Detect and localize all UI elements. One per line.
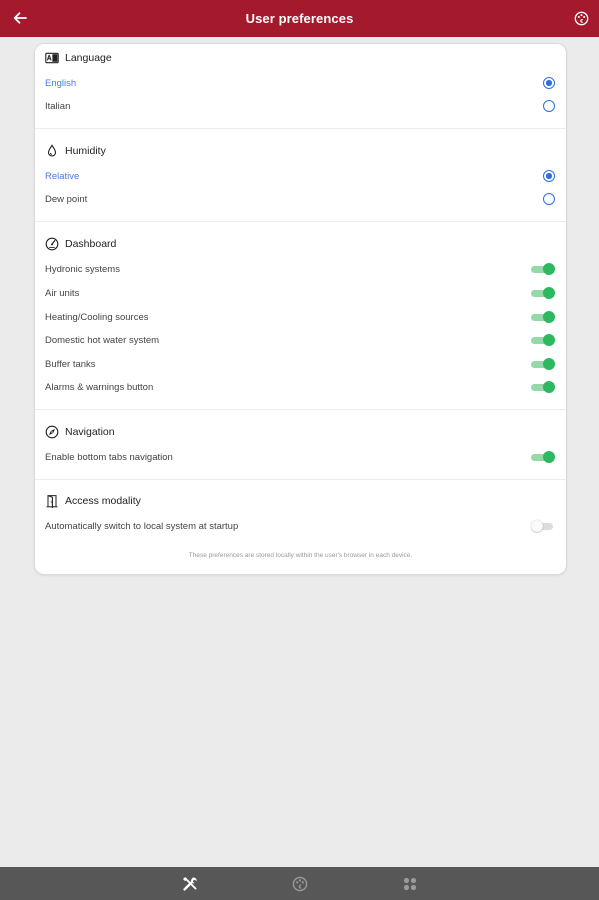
radio-dew-point[interactable] xyxy=(543,193,555,205)
preferences-card: Language English Italian Humidity Relati… xyxy=(35,44,566,574)
alarms-warnings-toggle[interactable] xyxy=(531,381,555,393)
option-label: Relative xyxy=(45,170,80,182)
divider xyxy=(35,409,566,410)
language-section-header: Language xyxy=(45,49,112,67)
option-label: Dew point xyxy=(45,193,88,205)
language-option-italian[interactable]: Italian xyxy=(45,98,555,114)
humidity-option-dew-point[interactable]: Dew point xyxy=(45,191,555,207)
toggle-label: Heating/Cooling sources xyxy=(45,311,149,323)
toggle-label: Alarms & warnings button xyxy=(45,381,154,393)
toggle-label: Hydronic systems xyxy=(45,263,120,275)
radio-relative[interactable] xyxy=(543,170,555,182)
dashboard-section-header: Dashboard xyxy=(45,235,116,253)
heating-cooling-toggle[interactable] xyxy=(531,311,555,323)
toggle-label: Air units xyxy=(45,287,80,299)
air-units-toggle[interactable] xyxy=(531,287,555,299)
dashboard-toggle-row[interactable]: Hydronic systems xyxy=(45,261,555,277)
footnote: These preferences are stored locally wit… xyxy=(188,552,413,559)
language-icon xyxy=(45,52,59,64)
apps-grid-icon[interactable] xyxy=(402,876,418,892)
navigation-section-header: Navigation xyxy=(45,423,115,441)
humidity-section-title: Humidity xyxy=(65,145,106,157)
dashboard-toggle-row[interactable]: Heating/Cooling sources xyxy=(45,309,555,325)
access-section-title: Access modality xyxy=(65,495,141,507)
dashboard-toggle-row[interactable]: Buffer tanks xyxy=(45,356,555,372)
access-toggle-row[interactable]: Automatically switch to local system at … xyxy=(45,518,555,534)
page-title: User preferences xyxy=(245,11,354,26)
divider xyxy=(35,128,566,129)
humidity-option-relative[interactable]: Relative xyxy=(45,168,555,184)
language-section-title: Language xyxy=(65,52,112,64)
divider xyxy=(35,221,566,222)
navigation-toggle-row[interactable]: Enable bottom tabs navigation xyxy=(45,449,555,465)
water-drop-icon xyxy=(47,144,57,157)
language-option-english[interactable]: English xyxy=(45,75,555,91)
domestic-hot-water-toggle[interactable] xyxy=(531,334,555,346)
dashboard-toggle-row[interactable]: Alarms & warnings button xyxy=(45,379,555,395)
palette-icon[interactable] xyxy=(574,11,589,26)
compass-icon xyxy=(45,425,59,439)
hydronic-systems-toggle[interactable] xyxy=(531,263,555,275)
tools-icon[interactable] xyxy=(182,876,198,892)
radio-english[interactable] xyxy=(543,77,555,89)
buffer-tanks-toggle[interactable] xyxy=(531,358,555,370)
toggle-label: Buffer tanks xyxy=(45,358,96,370)
toggle-label: Domestic hot water system xyxy=(45,334,160,346)
dashboard-section-title: Dashboard xyxy=(65,238,117,250)
gauge-icon xyxy=(45,237,59,251)
door-icon xyxy=(46,495,58,508)
option-label: English xyxy=(45,77,77,89)
toggle-label: Automatically switch to local system at … xyxy=(45,520,239,532)
auto-switch-local-toggle[interactable] xyxy=(531,520,555,532)
bottom-tabs-navigation-toggle[interactable] xyxy=(531,451,555,463)
bottom-tab-bar xyxy=(0,867,599,900)
option-label: Italian xyxy=(45,100,71,112)
dashboard-toggle-row[interactable]: Air units xyxy=(45,285,555,301)
humidity-section-header: Humidity xyxy=(45,142,106,160)
palette-icon[interactable] xyxy=(292,876,308,892)
app-bar: User preferences xyxy=(0,0,599,37)
toggle-label: Enable bottom tabs navigation xyxy=(45,451,173,463)
back-arrow-icon[interactable] xyxy=(12,10,28,26)
dashboard-toggle-row[interactable]: Domestic hot water system xyxy=(45,332,555,348)
radio-italian[interactable] xyxy=(543,100,555,112)
access-section-header: Access modality xyxy=(45,492,141,510)
navigation-section-title: Navigation xyxy=(65,426,115,438)
divider xyxy=(35,479,566,480)
